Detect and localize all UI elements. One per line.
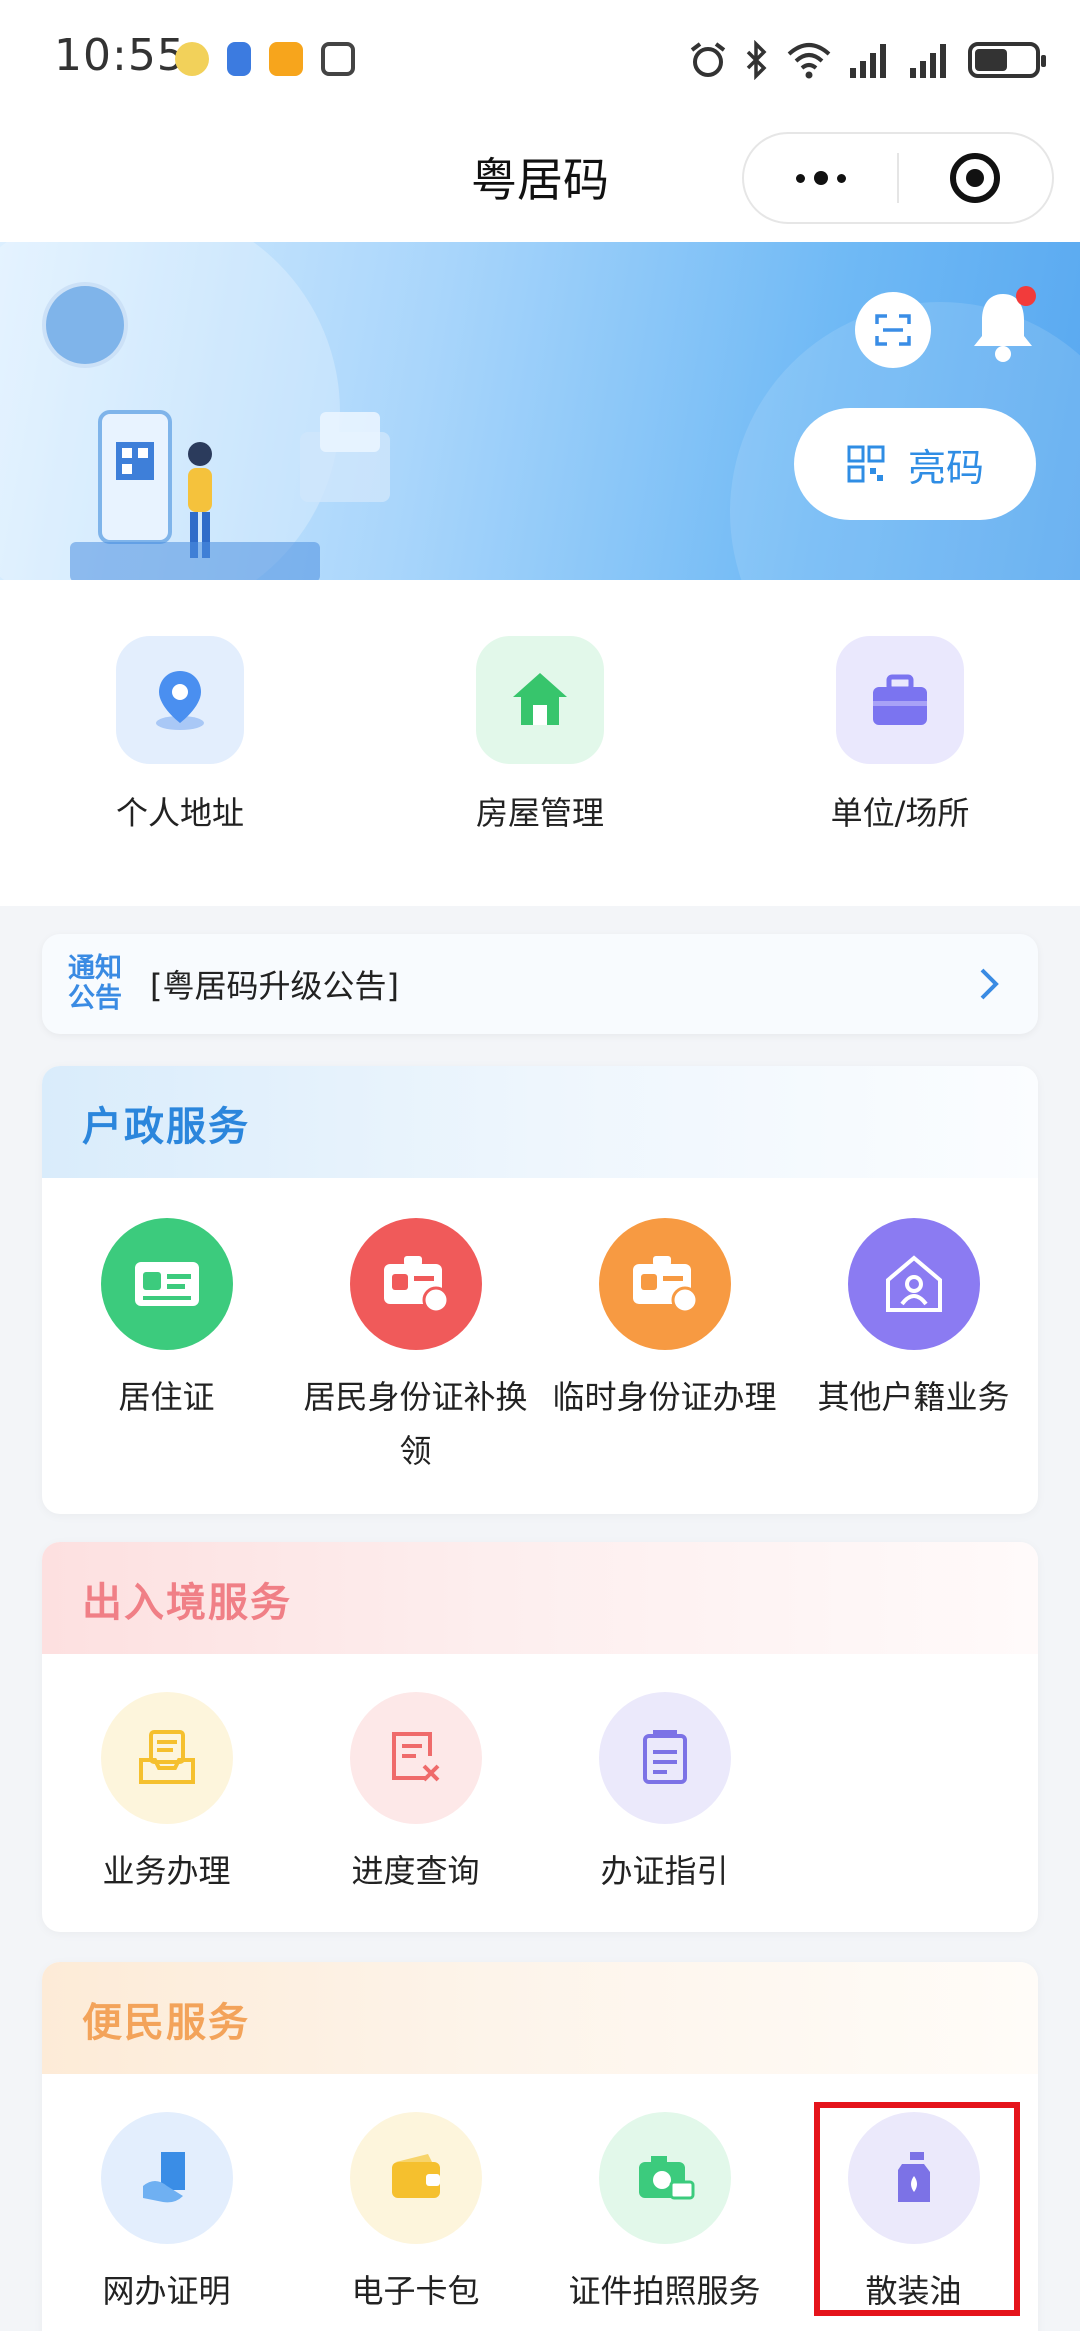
- close-button[interactable]: [899, 134, 1052, 222]
- wifi-icon: [787, 43, 831, 79]
- document-x-icon: [349, 1692, 482, 1824]
- service-label: 居住证: [118, 1378, 215, 1416]
- yellow-app-icon: [269, 42, 303, 76]
- scan-icon: [875, 314, 911, 346]
- temp-id-card-icon: [598, 1218, 731, 1350]
- section-title: 户政服务: [82, 1104, 250, 1150]
- id-card-reissue-icon: [349, 1218, 482, 1350]
- notification-button[interactable]: [970, 286, 1042, 366]
- service-label: 其他户籍业务: [817, 1378, 1010, 1416]
- service-id-card-reissue[interactable]: 居民身份证补换领: [291, 1218, 540, 1478]
- section-title: 出入境服务: [82, 1580, 292, 1626]
- app-badge-icon: [227, 42, 251, 76]
- status-left-icons: [175, 42, 355, 76]
- quick-entry-personal-address[interactable]: 个人地址: [60, 636, 300, 834]
- service-label: 办证指引: [600, 1852, 729, 1890]
- service-id-photo[interactable]: 证件拍照服务: [540, 2112, 789, 2318]
- service-e-wallet[interactable]: 电子卡包: [291, 2112, 540, 2318]
- status-right-icons: [688, 40, 1046, 80]
- id-card-icon: [100, 1218, 233, 1350]
- nav-bar: 粤居码: [0, 120, 1080, 242]
- highlight-box: [814, 2102, 1020, 2316]
- bluetooth-icon: [746, 40, 767, 80]
- section-header: 出入境服务: [42, 1542, 1038, 1654]
- service-temp-id-card[interactable]: 临时身份证办理: [540, 1218, 789, 1424]
- more-icon-dot: [813, 171, 828, 185]
- status-bar: 10:55: [0, 0, 1080, 120]
- quick-entry-label: 个人地址: [115, 794, 244, 832]
- avatar[interactable]: [42, 282, 128, 368]
- banner: 亮码: [0, 242, 1080, 580]
- certificate-hand-icon: [100, 2112, 233, 2244]
- status-time: 10:55: [54, 30, 186, 81]
- service-label: 临时身份证办理: [552, 1378, 777, 1416]
- qr-code-icon: [847, 445, 885, 483]
- target-icon: [950, 153, 1001, 203]
- section-title: 便民服务: [82, 2000, 250, 2046]
- location-icon: [116, 636, 244, 764]
- service-guide[interactable]: 办证指引: [540, 1692, 789, 1898]
- guide-document-icon: [598, 1692, 731, 1824]
- nfc-icon: [321, 42, 355, 76]
- service-label: 网办证明: [102, 2272, 231, 2310]
- section-header: 户政服务: [42, 1066, 1038, 1178]
- service-business-handling[interactable]: 业务办理: [42, 1692, 291, 1898]
- home-person-icon: [847, 1218, 980, 1350]
- inbox-document-icon: [100, 1692, 233, 1824]
- more-icon-dot: [836, 173, 846, 183]
- more-icon: [795, 173, 805, 183]
- quick-entry-housing[interactable]: 房屋管理: [420, 636, 660, 834]
- camera-id-icon: [598, 2112, 731, 2244]
- alarm-icon: [690, 42, 726, 77]
- house-icon: [476, 636, 604, 764]
- notice-text: [粤居码升级公告]: [150, 967, 399, 1005]
- signal-icon: [910, 44, 946, 78]
- service-label: 居民身份证补换领: [303, 1378, 528, 1470]
- notice-tag: 通知公告: [68, 953, 122, 1014]
- quick-entry-workplace[interactable]: 单位/场所: [780, 636, 1020, 834]
- scan-button[interactable]: [855, 292, 931, 368]
- quick-entry-label: 房屋管理: [475, 794, 604, 832]
- notice-bar[interactable]: 通知公告 [粤居码升级公告]: [42, 934, 1038, 1034]
- immigration-services-card: 出入境服务 业务办理 进度查询 办证指引: [42, 1542, 1038, 1932]
- household-services-card: 户政服务 居住证 居民身份证补换领 临时身份证办理 其他户籍业务: [42, 1066, 1038, 1514]
- notification-badge: [1016, 286, 1036, 306]
- chevron-right-icon: [980, 968, 999, 1000]
- signal-icon: [850, 44, 886, 78]
- quick-entries: 个人地址 房屋管理 单位/场所: [0, 580, 1080, 906]
- wallet-icon: [349, 2112, 482, 2244]
- banner-illustration: [70, 410, 390, 580]
- service-online-certificate[interactable]: 网办证明: [42, 2112, 291, 2318]
- battery-icon: [968, 42, 1046, 78]
- service-progress-query[interactable]: 进度查询: [291, 1692, 540, 1898]
- service-other-household[interactable]: 其他户籍业务: [789, 1218, 1038, 1424]
- show-code-label: 亮码: [907, 445, 984, 490]
- service-label: 进度查询: [351, 1852, 480, 1890]
- cartoon-icon: [175, 42, 209, 76]
- service-label: 电子卡包: [351, 2272, 480, 2310]
- briefcase-icon: [836, 636, 964, 764]
- mini-program-capsule: [742, 132, 1054, 224]
- quick-entry-label: 单位/场所: [830, 794, 970, 832]
- service-label: 证件拍照服务: [568, 2272, 761, 2310]
- section-header: 便民服务: [42, 1962, 1038, 2074]
- show-code-button[interactable]: 亮码: [794, 408, 1036, 520]
- service-label: 业务办理: [102, 1852, 231, 1890]
- more-button[interactable]: [744, 134, 897, 222]
- service-residence-permit[interactable]: 居住证: [42, 1218, 291, 1424]
